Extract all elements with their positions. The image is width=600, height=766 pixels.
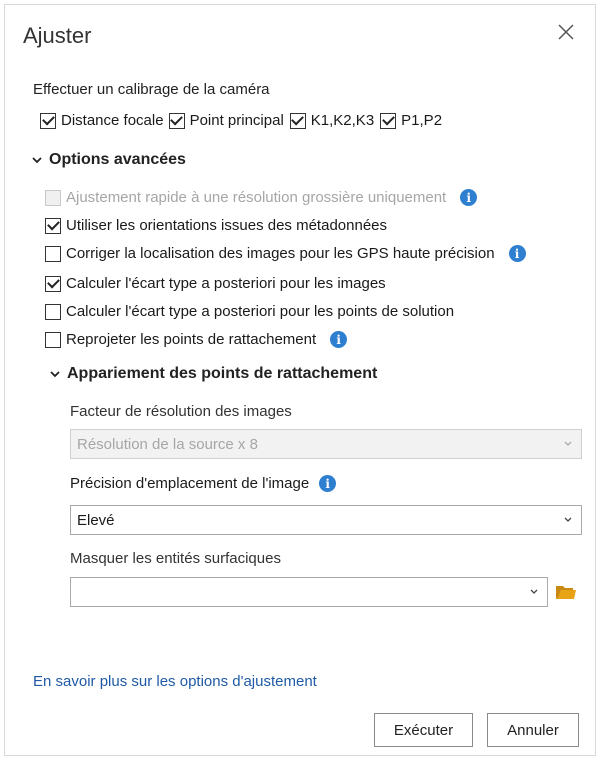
focal-length-checkbox[interactable] (40, 112, 56, 129)
advanced-options-toggle[interactable]: Options avancées (31, 151, 186, 169)
principal-point-label: Point principal (189, 112, 284, 129)
option-gps-correction: Corriger la localisation des images pour… (45, 245, 526, 262)
reproject-label: Reprojeter les points de rattachement (66, 331, 317, 348)
std-images-label: Calculer l'écart type a posteriori pour … (66, 275, 386, 292)
info-icon[interactable]: i (330, 331, 348, 348)
cancel-button[interactable]: Annuler (487, 713, 579, 747)
principal-point-checkbox[interactable] (168, 112, 185, 129)
std-images-checkbox[interactable] (45, 275, 61, 292)
p-coefficients-checkbox[interactable] (380, 112, 397, 129)
info-icon[interactable]: i (460, 189, 478, 206)
info-icon[interactable]: i (508, 245, 526, 262)
resolution-factor-label: Facteur de résolution des images (70, 403, 292, 420)
option-std-points: Calculer l'écart type a posteriori pour … (45, 303, 454, 320)
close-icon[interactable] (557, 23, 577, 43)
fast-coarse-label: Ajustement rapide à une résolution gross… (66, 189, 447, 206)
metadata-orientation-checkbox[interactable] (45, 217, 61, 234)
chevron-down-icon (530, 589, 538, 594)
chevron-down-icon (32, 157, 42, 164)
calibration-options: Distance focale Point principal K1,K2,K3… (40, 112, 442, 129)
option-std-images: Calculer l'écart type a posteriori pour … (45, 275, 386, 292)
metadata-orientation-label: Utiliser les orientations issues des mét… (66, 217, 387, 234)
gps-correction-checkbox[interactable] (45, 245, 61, 262)
k-coefficients-checkbox[interactable] (289, 112, 306, 129)
mask-features-label: Masquer les entités surfaciques (70, 550, 281, 567)
run-button[interactable]: Exécuter (374, 713, 473, 747)
gps-correction-label: Corriger la localisation des images pour… (66, 245, 495, 262)
focal-length-label: Distance focale (61, 112, 164, 129)
calibration-label: Effectuer un calibrage de la caméra (33, 81, 270, 98)
chevron-down-icon (50, 371, 60, 378)
tie-point-matching-header: Appariement des points de rattachement (67, 365, 378, 382)
tie-point-matching-toggle[interactable]: Appariement des points de rattachement (49, 365, 377, 383)
mask-features-select[interactable] (70, 577, 548, 607)
info-icon[interactable]: i (319, 475, 337, 492)
p-coefficients-label: P1,P2 (401, 112, 443, 129)
k-coefficients-label: K1,K2,K3 (310, 112, 375, 129)
resolution-factor-value: Résolution de la source x 8 (77, 435, 258, 453)
adjust-dialog: Ajuster Effectuer un calibrage de la cam… (4, 4, 596, 756)
advanced-options-header: Options avancées (49, 151, 186, 168)
resolution-factor-select: Résolution de la source x 8 (70, 429, 582, 459)
image-precision-label: Précision d'emplacement de l'image (70, 475, 310, 492)
image-precision-select[interactable]: Elevé (70, 505, 582, 535)
reproject-checkbox[interactable] (45, 331, 61, 348)
std-points-checkbox[interactable] (45, 303, 61, 320)
option-reproject: Reprojeter les points de rattachement i (45, 331, 348, 348)
fast-coarse-checkbox (45, 189, 61, 206)
precision-label-row: Précision d'emplacement de l'image i (70, 475, 337, 492)
folder-icon[interactable] (555, 583, 577, 601)
chevron-down-icon (564, 441, 572, 446)
image-precision-value: Elevé (77, 511, 115, 529)
option-fast-coarse: Ajustement rapide à une résolution gross… (45, 189, 478, 206)
dialog-title: Ajuster (23, 23, 92, 48)
chevron-down-icon (564, 517, 572, 522)
option-metadata-orientation: Utiliser les orientations issues des mét… (45, 217, 387, 234)
learn-more-link[interactable]: En savoir plus sur les options d'ajustem… (33, 673, 317, 690)
std-points-label: Calculer l'écart type a posteriori pour … (66, 303, 455, 320)
